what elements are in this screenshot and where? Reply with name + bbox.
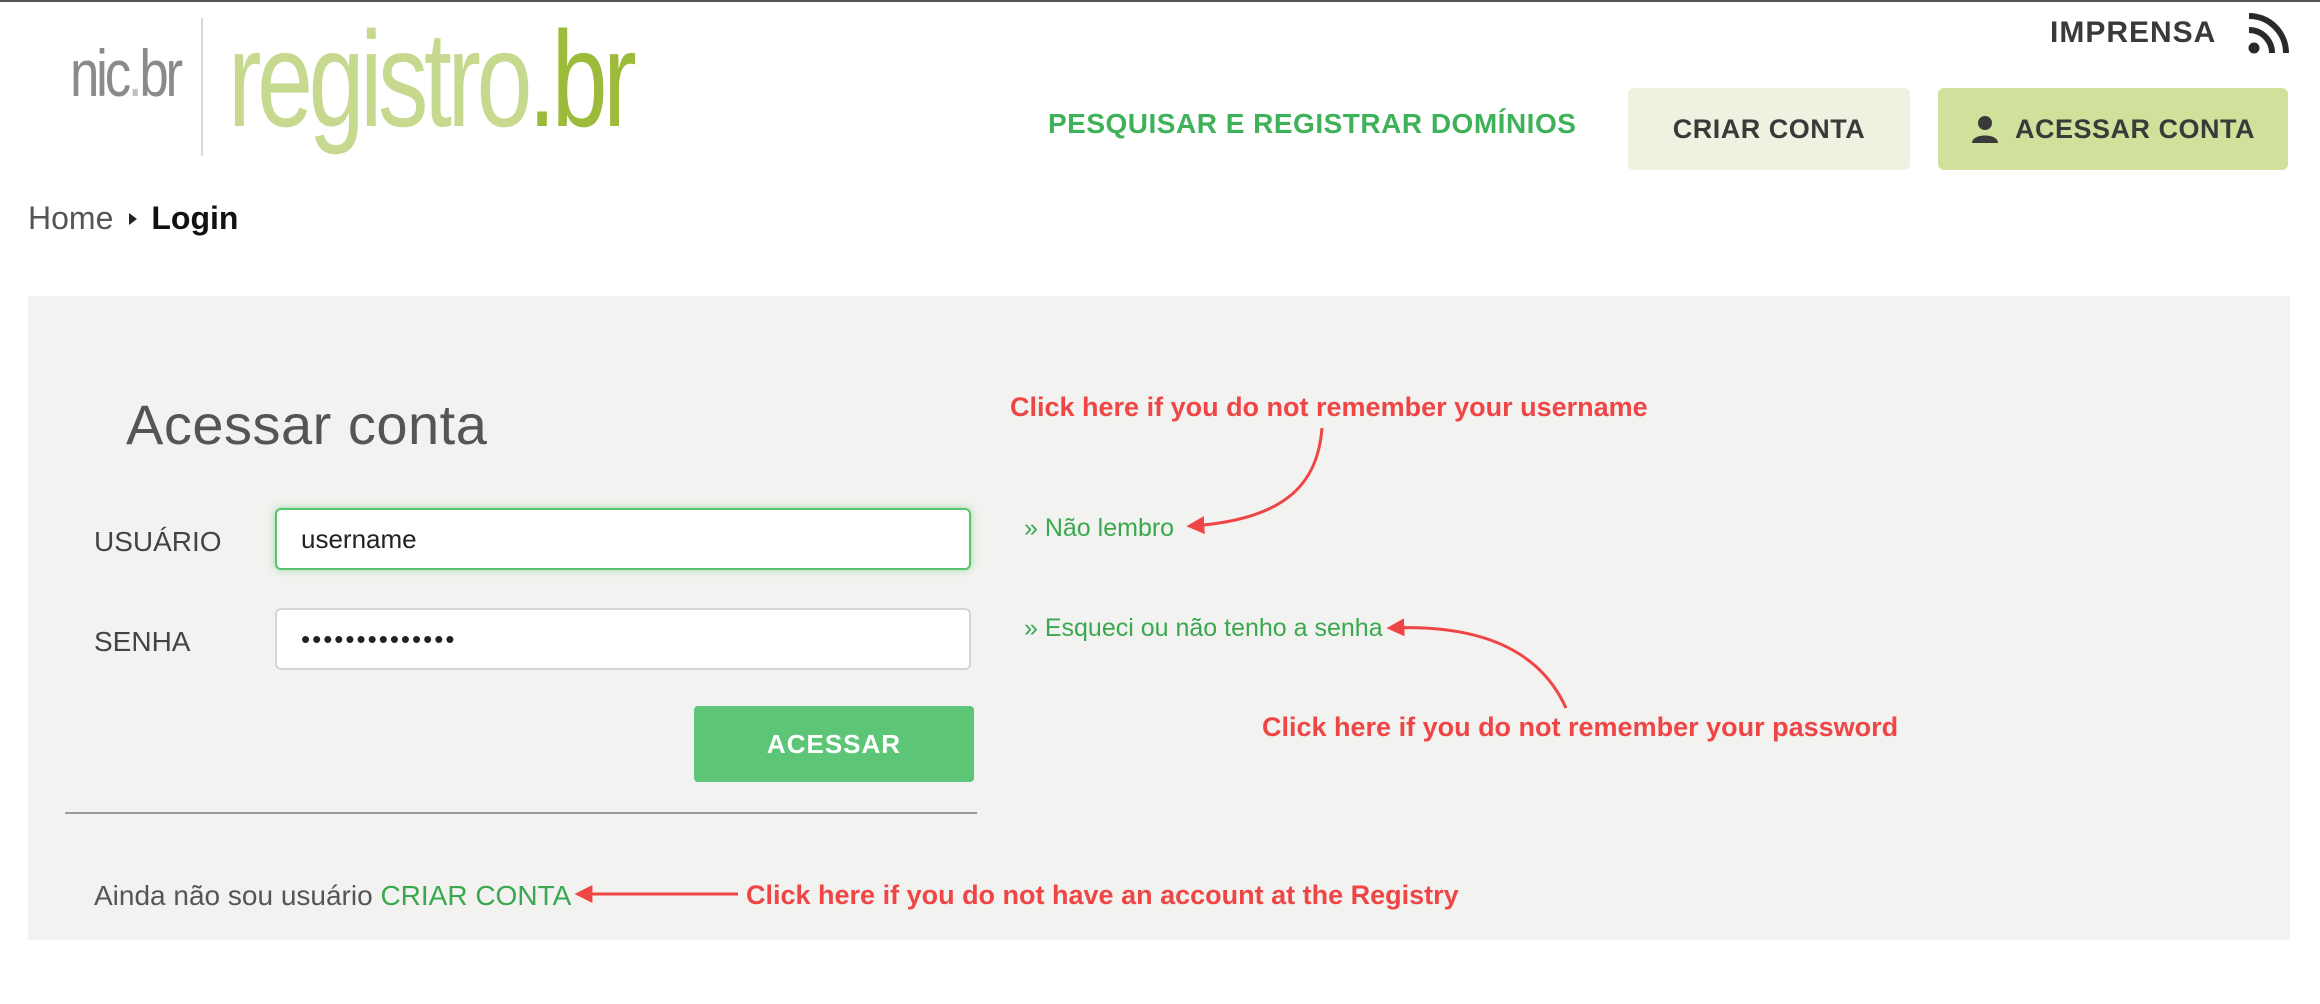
access-account-button[interactable]: ACESSAR CONTA [1938,88,2288,170]
search-register-domains-link[interactable]: PESQUISAR E REGISTRAR DOMÍNIOS [1048,108,1576,140]
breadcrumb-current: Login [151,200,239,236]
create-account-link[interactable]: CRIAR CONTA [380,880,571,911]
signup-prompt-text: Ainda não sou usuário [94,880,373,911]
logo-divider [201,18,203,156]
submit-login-label: ACESSAR [766,728,902,759]
press-link[interactable]: IMPRENSA [2050,16,2216,50]
password-label: SENHA [94,626,191,657]
login-title: Acessar conta [126,393,488,456]
create-account-label: CRIAR CONTA [1672,113,1866,144]
form-divider [65,812,977,814]
access-account-label: ACESSAR CONTA [2014,113,2255,144]
registro-br-logo[interactable]: registro.br [228,4,637,154]
rss-icon[interactable] [2248,12,2290,54]
annotation-username: Click here if you do not remember your u… [1010,392,1648,422]
username-input[interactable]: username [275,508,971,570]
forgot-username-link[interactable]: » Não lembro [1024,514,1174,543]
signup-prompt: Ainda não sou usuário CRIAR CONTA [94,880,571,912]
submit-login-button[interactable]: ACESSAR [694,706,974,782]
nic-br-logo[interactable]: nic.br [70,40,183,106]
breadcrumb-separator-icon [129,212,138,225]
annotation-account: Click here if you do not have an account… [746,880,1459,910]
forgot-password-link[interactable]: » Esqueci ou não tenho a senha [1024,614,1383,643]
breadcrumb: Home Login [28,200,238,237]
annotation-password: Click here if you do not remember your p… [1262,712,1899,742]
breadcrumb-home[interactable]: Home [28,200,113,237]
username-label: USUÁRIO [94,526,222,557]
top-border [0,0,2320,2]
user-icon [1971,116,1998,143]
password-input[interactable]: •••••••••••••• [275,608,971,670]
create-account-button[interactable]: CRIAR CONTA [1628,88,1910,170]
